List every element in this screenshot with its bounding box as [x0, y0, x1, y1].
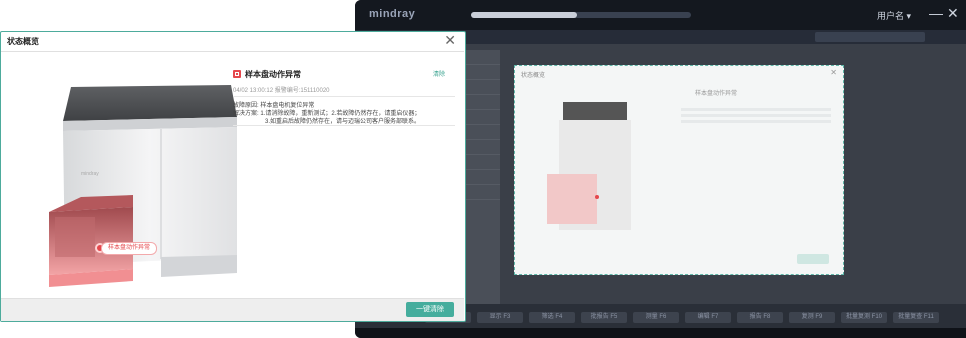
inner-dialog-title: 状态概览: [521, 73, 546, 79]
error-timestamp: 04/02 13:00:12 报警编号:151110020: [233, 88, 330, 94]
close-window-button[interactable]: ✕: [947, 5, 959, 22]
dialog-header: 状态概览 ✕: [1, 32, 464, 52]
user-menu[interactable]: 用户名 ▾: [877, 9, 911, 22]
function-key-button[interactable]: 批量复测 F10: [841, 312, 887, 323]
function-key-button[interactable]: 复测 F9: [789, 312, 835, 323]
inner-close-icon: ✕: [830, 68, 837, 77]
app-progress-fill: [471, 12, 577, 18]
app-title-bar: mindray 用户名 ▾ — ✕: [355, 0, 966, 30]
inner-status-dialog: 状态概览 ✕ 样本盘动作异常: [514, 65, 844, 275]
function-key-button[interactable]: 报告 F8: [737, 312, 783, 323]
divider: [233, 96, 455, 97]
dialog-title: 状态概览: [7, 37, 39, 46]
app-logo: mindray: [369, 8, 416, 20]
app-search-input[interactable]: [815, 32, 925, 42]
svg-text:mindray: mindray: [81, 171, 99, 177]
solution-text-2: 3.如重启后故障仍然存在，请与迈瑞公司客户服务部联系。: [265, 119, 421, 125]
function-key-button[interactable]: 批量复查 F11: [893, 312, 939, 323]
error-callout-label: 样本盘动作异常: [101, 242, 158, 255]
analyzer-device-illustration: mindray: [49, 85, 237, 287]
function-key-button[interactable]: 测量 F6: [633, 312, 679, 323]
function-key-button[interactable]: 筛选 F4: [529, 312, 575, 323]
app-progress-bar: [471, 12, 691, 18]
inner-error-text: [681, 108, 831, 126]
app-status-bar: [355, 328, 966, 338]
function-key-button[interactable]: 显示 F3: [477, 312, 523, 323]
function-key-button[interactable]: 编辑 F7: [685, 312, 731, 323]
function-key-button[interactable]: 批报告 F5: [581, 312, 627, 323]
inner-device-icon: [547, 102, 631, 230]
minimize-button[interactable]: —: [929, 5, 943, 21]
status-overview-dialog: 状态概览 ✕ mindray 样本盘动作异常 样本盘动作异常 清除 04/02 …: [0, 31, 466, 322]
clear-link[interactable]: 清除: [433, 69, 445, 78]
solution-label: 解决方案:: [233, 111, 259, 117]
clear-all-button[interactable]: 一键清除: [406, 302, 454, 317]
error-title: 样本盘动作异常: [245, 70, 301, 79]
divider: [233, 125, 455, 126]
dialog-footer: 一键清除: [1, 298, 464, 321]
alarm-icon: [233, 70, 241, 78]
close-icon[interactable]: ✕: [444, 32, 456, 48]
inner-clear-all-button: [797, 254, 829, 264]
inner-error-title: 样本盘动作异常: [695, 91, 738, 97]
